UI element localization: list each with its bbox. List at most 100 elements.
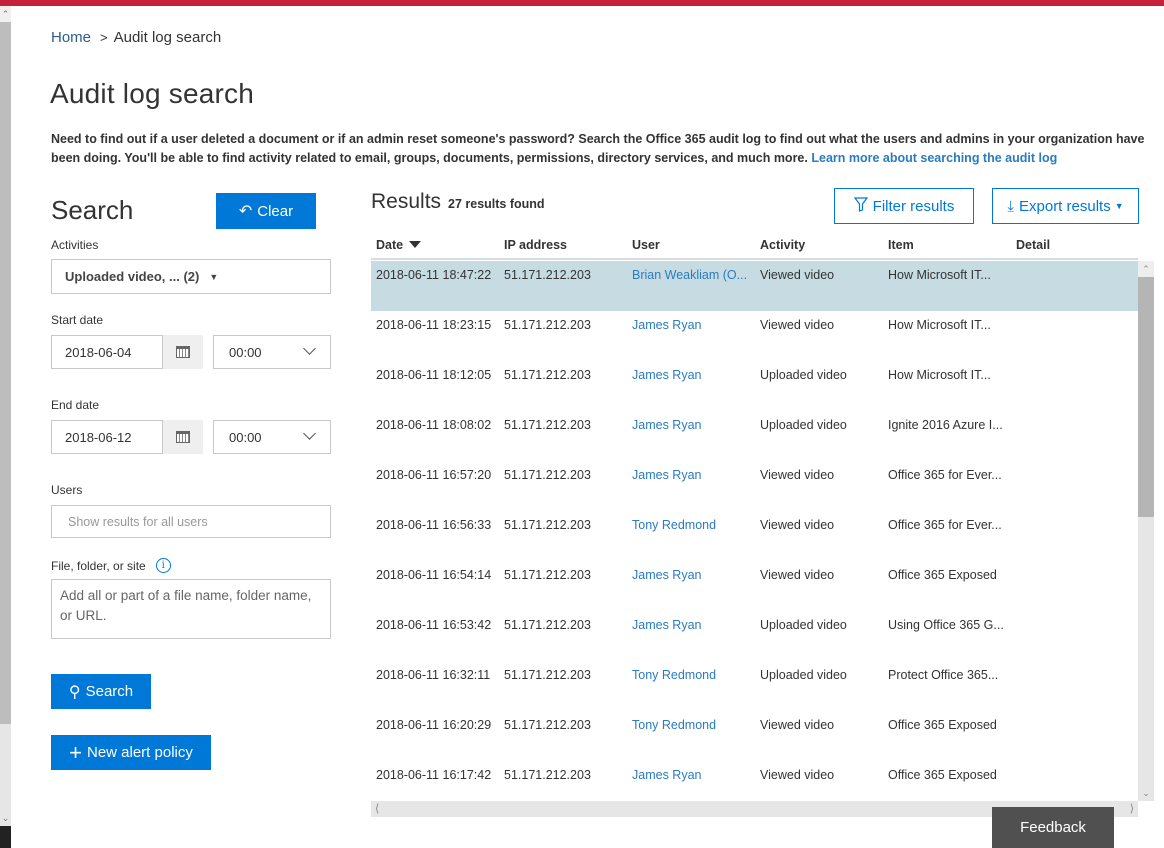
info-icon[interactable]: i [155,558,171,573]
cell-ip: 51.171.212.203 [504,668,591,682]
users-placeholder: Show results for all users [68,514,208,529]
learn-more-link[interactable]: Learn more about searching the audit log [811,151,1057,165]
search-button[interactable]: ⚲ Search [51,674,151,709]
start-date-calendar-button[interactable] [163,335,203,369]
cell-ip: 51.171.212.203 [504,468,591,482]
cell-item: Office 365 Exposed [888,568,997,582]
cell-item: How Microsoft IT... [888,318,991,332]
cell-activity: Viewed video [760,268,835,282]
cell-activity: Uploaded video [760,668,847,682]
intro-text: Need to find out if a user deleted a doc… [51,130,1151,168]
cell-item: Office 365 Exposed [888,718,997,732]
scroll-thumb[interactable] [1138,277,1154,517]
start-time-value: 00:00 [229,344,262,360]
scroll-thumb[interactable] [0,22,11,724]
cell-user[interactable]: James Ryan [632,468,701,482]
cell-date: 2018-06-11 18:23:15 [376,318,492,332]
page-scrollbar[interactable]: ⌃ ⌄ [0,6,11,848]
scroll-down-icon[interactable]: ⌄ [0,810,11,826]
cell-user[interactable]: James Ryan [632,618,701,632]
start-date-value: 2018-06-04 [65,344,132,360]
cell-item: Office 365 Exposed [888,768,997,782]
plus-icon: + [69,739,82,765]
page-title: Audit log search [50,78,254,109]
scroll-down-icon[interactable]: ⌄ [1138,785,1154,801]
cell-date: 2018-06-11 16:32:11 [376,668,491,682]
column-header-date[interactable]: Date [376,238,422,252]
column-header-user[interactable]: User [632,238,660,252]
cell-user[interactable]: Tony Redmond [632,718,716,732]
feedback-button[interactable]: Feedback [992,807,1114,848]
cell-item: Office 365 for Ever... [888,468,1002,482]
cell-activity: Uploaded video [760,418,847,432]
scroll-up-icon[interactable]: ⌃ [0,6,11,22]
table-row[interactable]: 2018-06-11 18:47:22 51.171.212.203 Brian W… [371,261,1138,311]
table-row[interactable]: 2018-06-11 18:23:15 51.171.212.203 James R… [371,311,1138,361]
end-date-input[interactable]: 2018-06-12 [51,420,163,454]
column-header-detail[interactable]: Detail [1016,238,1050,252]
sort-descending-icon [409,241,422,248]
users-input[interactable]: Show results for all users [51,505,331,538]
cell-user[interactable]: Tony Redmond [632,668,716,682]
cell-date: 2018-06-11 16:53:42 [376,618,492,632]
top-accent-bar [0,0,1164,6]
cell-activity: Uploaded video [760,618,847,632]
cell-item: Protect Office 365... [888,668,999,682]
cell-ip: 51.171.212.203 [504,318,591,332]
end-time-dropdown[interactable]: 00:00 [213,420,331,454]
results-vertical-scrollbar[interactable]: ⌃ ⌄ [1138,261,1154,801]
calendar-icon [176,431,190,443]
table-row[interactable]: 2018-06-11 16:56:33 51.171.212.203 Tony Re… [371,511,1138,561]
breadcrumb-current: Audit log search [113,29,222,46]
cell-ip: 51.171.212.203 [504,268,591,282]
results-table-header: Date IP address User Activity Item Detai… [371,236,1138,260]
end-date-calendar-button[interactable] [163,420,203,454]
cell-ip: 51.171.212.203 [504,718,591,732]
table-row[interactable]: 2018-06-11 16:57:20 51.171.212.203 James R… [371,461,1138,511]
cell-user[interactable]: James Ryan [632,318,701,332]
cell-user[interactable]: James Ryan [632,568,701,582]
activities-dropdown[interactable]: Uploaded video, ... (2) ▼ [51,259,331,294]
cell-activity: Viewed video [760,318,835,332]
cell-item: Office 365 for Ever... [888,518,1002,532]
cell-user[interactable]: Brian Weakliam (O... [632,268,747,282]
scroll-left-icon[interactable]: ⟨ [375,801,379,817]
cell-user[interactable]: James Ryan [632,418,701,432]
start-date-input[interactable]: 2018-06-04 [51,335,163,369]
cell-item: Using Office 365 G... [888,618,1004,632]
chevron-down-icon [303,342,316,355]
column-header-item[interactable]: Item [888,238,914,252]
breadcrumb-home-link[interactable]: Home [51,29,91,46]
scroll-right-icon[interactable]: ⟩ [1130,801,1134,817]
activities-label: Activities [51,238,99,252]
table-row[interactable]: 2018-06-11 16:32:11 51.171.212.203 Tony Re… [371,661,1138,711]
new-alert-label: New alert policy [86,744,193,761]
export-results-button[interactable]: ⤓ Export results ▼ [992,188,1139,224]
cell-date: 2018-06-11 18:08:02 [376,418,492,432]
clear-button[interactable]: ↶ Clear [216,193,316,229]
cell-user[interactable]: James Ryan [632,768,701,782]
column-header-activity[interactable]: Activity [760,238,805,252]
cell-user[interactable]: James Ryan [632,368,701,382]
calendar-icon [176,346,190,358]
table-row[interactable]: 2018-06-11 18:12:05 51.171.212.203 James R… [371,361,1138,411]
filter-results-button[interactable]: Filter results [834,188,974,224]
cell-date: 2018-06-11 16:54:14 [376,568,492,582]
start-time-dropdown[interactable]: 00:00 [213,335,331,369]
scroll-up-icon[interactable]: ⌃ [1138,261,1154,277]
table-row[interactable]: 2018-06-11 16:17:42 51.171.212.203 James R… [371,761,1138,801]
cell-ip: 51.171.212.203 [504,568,591,582]
table-row[interactable]: 2018-06-11 16:54:14 51.171.212.203 James R… [371,561,1138,611]
table-row[interactable]: 2018-06-11 16:20:29 51.171.212.203 Tony Re… [371,711,1138,761]
clear-label: Clear [257,202,294,220]
cell-user[interactable]: Tony Redmond [632,518,716,532]
table-row[interactable]: 2018-06-11 16:53:42 51.171.212.203 James R… [371,611,1138,661]
new-alert-policy-button[interactable]: + New alert policy [51,735,211,770]
cell-date: 2018-06-11 18:12:05 [376,368,492,382]
file-folder-site-input[interactable]: Add all or part of a file name, folder n… [51,579,331,639]
column-header-ip[interactable]: IP address [504,238,567,252]
activities-value: Uploaded video, ... (2) [65,269,200,284]
column-date-label: Date [376,238,404,252]
file-placeholder: Add all or part of a file name, folder n… [60,588,312,623]
table-row[interactable]: 2018-06-11 18:08:02 51.171.212.203 James R… [371,411,1138,461]
